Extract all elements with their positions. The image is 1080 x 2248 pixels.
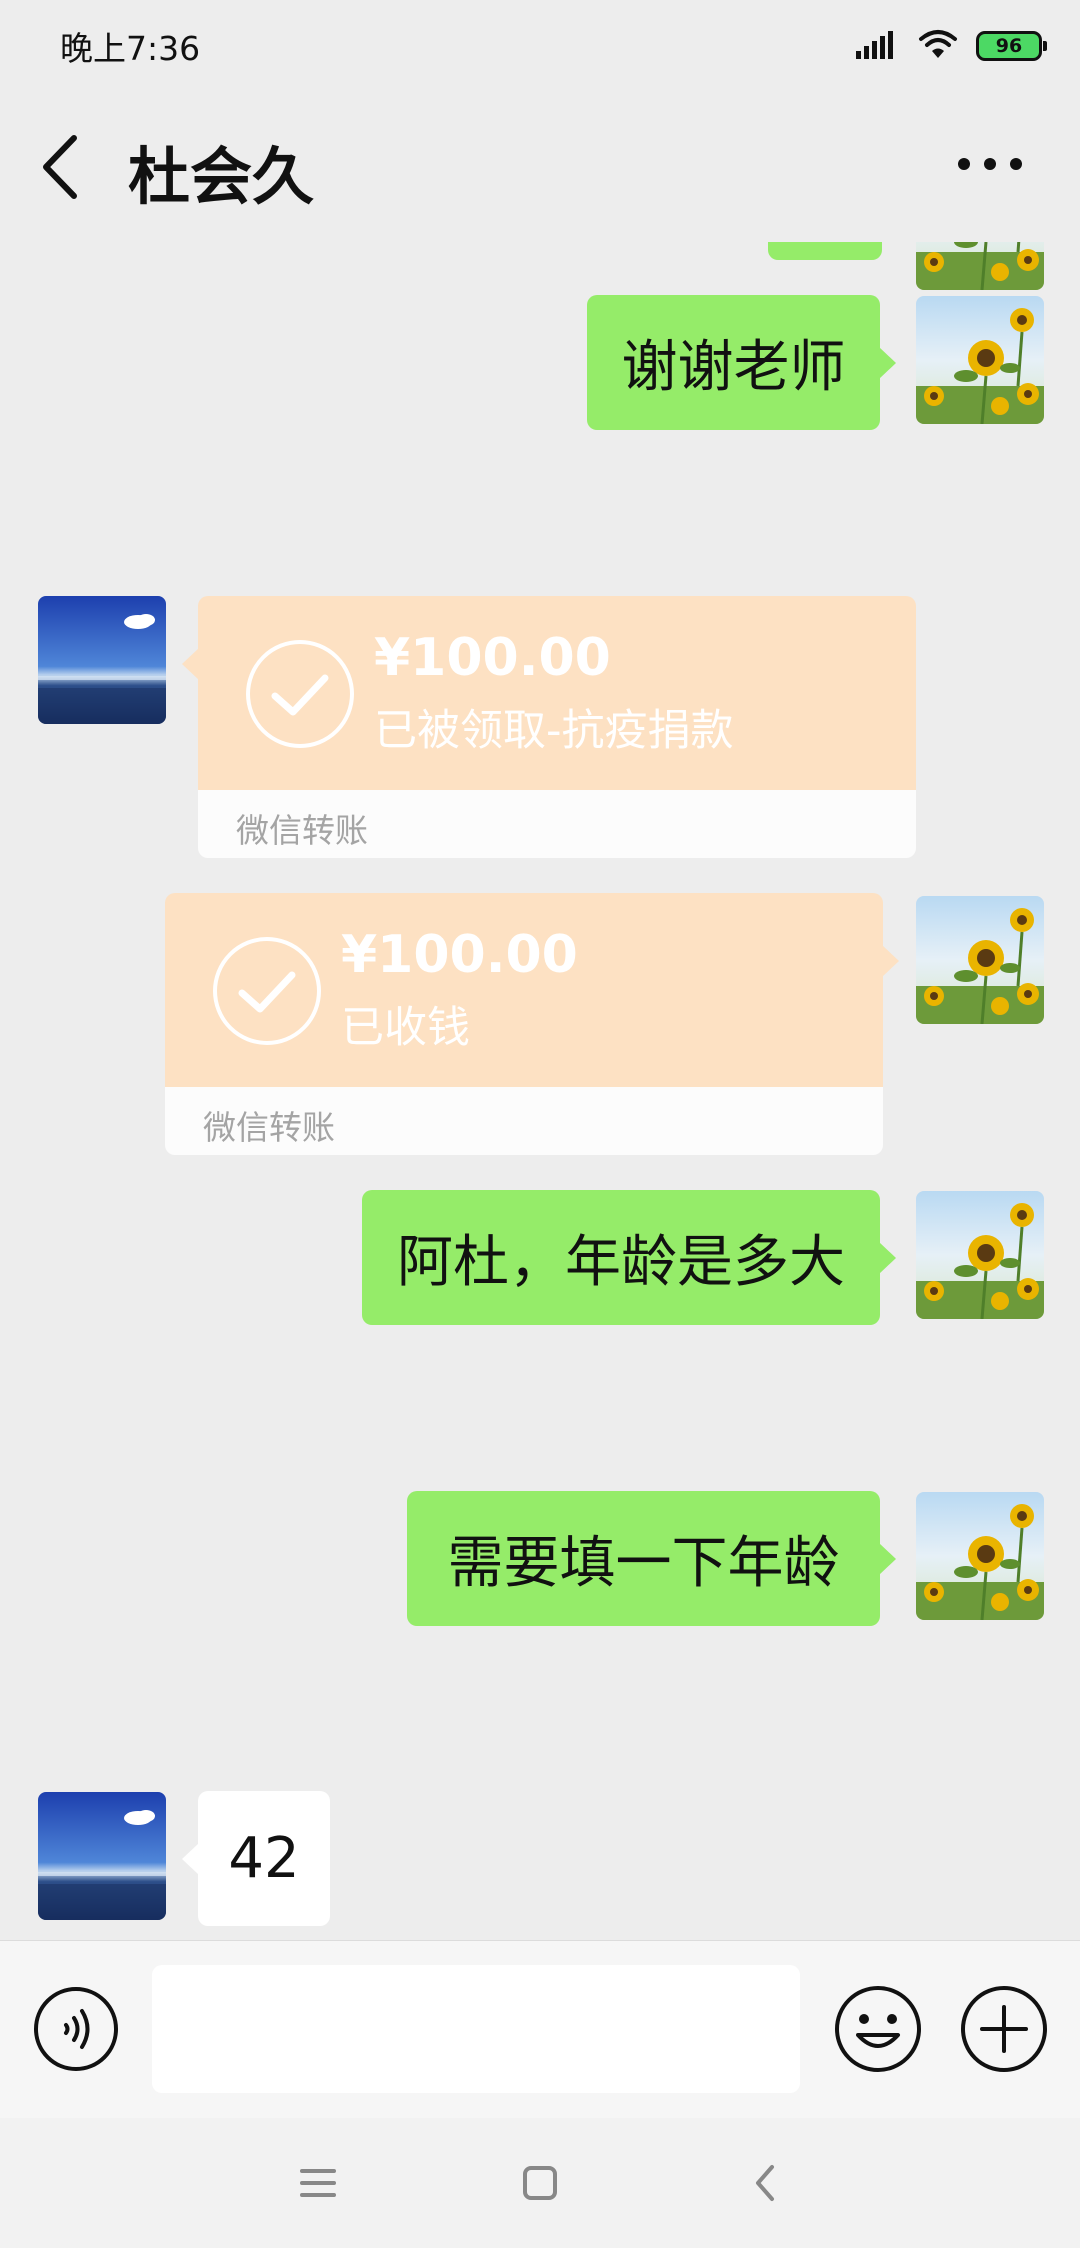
transfer-card[interactable]: ¥100.00 已收钱 微信转账 bbox=[165, 893, 899, 1155]
status-time: 晚上7:36 bbox=[60, 29, 201, 68]
bubble-tail bbox=[182, 648, 199, 680]
my-avatar[interactable] bbox=[916, 1191, 1044, 1319]
contact-avatar[interactable] bbox=[38, 1792, 166, 1920]
transfer-card-footer: 微信转账 bbox=[198, 790, 916, 858]
emoji-icon[interactable] bbox=[832, 1983, 924, 2075]
more-icon[interactable] bbox=[950, 144, 1030, 184]
home-icon[interactable] bbox=[510, 2153, 570, 2213]
checkmark-icon bbox=[211, 935, 323, 1047]
my-avatar[interactable] bbox=[916, 296, 1044, 424]
message-text: 42 bbox=[228, 1826, 300, 1891]
message-bubble[interactable]: 阿杜，年龄是多大 bbox=[362, 1190, 896, 1325]
chat-area[interactable]: 谢谢老师 ¥100.00 已被领取-抗疫捐款 微信转账 ¥100.00 已收钱 … bbox=[0, 242, 1080, 1940]
message-text: 需要填一下年龄 bbox=[447, 1531, 840, 1596]
checkmark-icon bbox=[244, 638, 356, 750]
transfer-amount: ¥100.00 bbox=[341, 925, 578, 985]
my-avatar[interactable] bbox=[916, 242, 1044, 290]
transfer-status: 已收钱 bbox=[341, 1003, 470, 1053]
input-bar bbox=[0, 1940, 1080, 2118]
bubble-tail bbox=[882, 945, 899, 977]
wifi-icon bbox=[918, 28, 958, 64]
back-arrow-icon[interactable] bbox=[36, 132, 92, 202]
previous-message-bubble bbox=[768, 242, 882, 260]
message-text: 谢谢老师 bbox=[621, 335, 846, 400]
transfer-card[interactable]: ¥100.00 已被领取-抗疫捐款 微信转账 bbox=[182, 596, 916, 858]
transfer-card-footer: 微信转账 bbox=[165, 1087, 883, 1155]
contact-avatar[interactable] bbox=[38, 596, 166, 724]
signal-icon bbox=[856, 29, 900, 63]
battery-level: 96 bbox=[995, 34, 1023, 57]
menu-icon[interactable] bbox=[288, 2153, 348, 2213]
voice-icon[interactable] bbox=[32, 1985, 120, 2073]
message-bubble[interactable]: 需要填一下年龄 bbox=[407, 1491, 896, 1626]
message-bubble[interactable]: 42 bbox=[182, 1791, 330, 1926]
transfer-footer-label: 微信转账 bbox=[203, 1108, 335, 1147]
plus-icon[interactable] bbox=[958, 1983, 1050, 2075]
transfer-footer-label: 微信转账 bbox=[236, 811, 368, 850]
my-avatar[interactable] bbox=[916, 1492, 1044, 1620]
message-text: 阿杜，年龄是多大 bbox=[397, 1230, 845, 1295]
navigation-bar bbox=[0, 2118, 1080, 2248]
transfer-card-body: ¥100.00 已被领取-抗疫捐款 bbox=[198, 596, 916, 790]
back-icon[interactable] bbox=[736, 2153, 796, 2213]
message-bubble[interactable]: 谢谢老师 bbox=[587, 295, 896, 430]
transfer-amount: ¥100.00 bbox=[374, 628, 611, 688]
chat-title: 杜会久 bbox=[128, 140, 315, 213]
transfer-status: 已被领取-抗疫捐款 bbox=[374, 706, 734, 756]
chat-header: 杜会久 bbox=[0, 92, 1080, 242]
status-bar: 晚上7:36 96 bbox=[0, 0, 1080, 92]
battery-icon: 96 bbox=[976, 31, 1047, 61]
transfer-card-body: ¥100.00 已收钱 bbox=[165, 893, 883, 1087]
my-avatar[interactable] bbox=[916, 896, 1044, 1024]
message-input[interactable] bbox=[152, 1965, 800, 2093]
status-icons: 96 bbox=[856, 26, 1047, 66]
